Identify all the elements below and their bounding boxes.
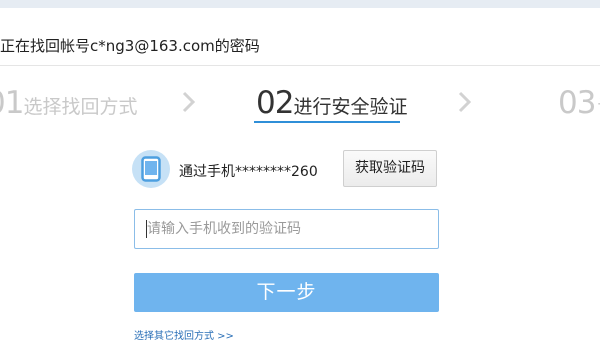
verification-code-input[interactable] [134,209,439,249]
divider [0,65,600,66]
step-2-number: 02 [256,85,294,121]
step-1-label: 选择找回方式 [23,96,138,118]
step-3-number: 03 [558,85,596,121]
step-1: 01选择找回方式 [0,85,137,121]
step-3: 03设 [558,85,600,121]
chevron-right-icon [458,91,472,113]
phone-icon [141,156,161,182]
top-strip [0,0,600,8]
active-step-underline [254,121,400,123]
phone-icon-badge [132,150,170,188]
step-2-label: 进行安全验证 [293,96,408,118]
step-1-number: 01 [0,85,24,121]
next-step-button[interactable]: 下一步 [134,273,439,312]
step-2: 02进行安全验证 [256,85,407,121]
page-heading: 正在找回帐号c*ng3@163.com的密码 [0,37,260,55]
chevron-right-icon [182,91,196,113]
text-caret [146,220,147,238]
other-method-link[interactable]: 选择其它找回方式 >> [134,327,234,342]
phone-number-label: 通过手机********260 [179,164,318,180]
get-code-button[interactable]: 获取验证码 [343,150,437,187]
